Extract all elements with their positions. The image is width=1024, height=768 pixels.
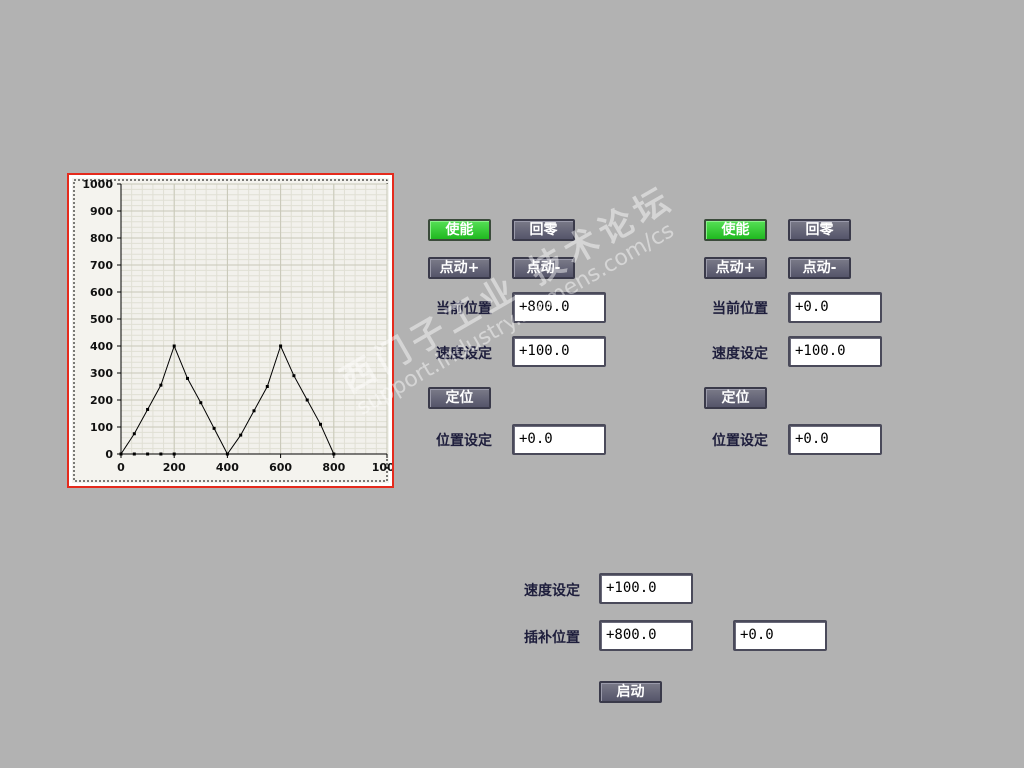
trajectory-point xyxy=(305,398,309,402)
y-tick-label: 100 xyxy=(90,421,113,434)
y-tick-label: 900 xyxy=(90,205,113,218)
axis1-speed-input[interactable]: +100.0 xyxy=(512,336,606,367)
axis2-speed-label: 速度设定 xyxy=(712,346,768,362)
trajectory-point xyxy=(252,409,256,413)
axis1-position-button[interactable]: 定位 xyxy=(428,387,491,409)
trajectory-point xyxy=(265,385,269,388)
baseline-point xyxy=(159,452,163,456)
y-tick-label: 1000 xyxy=(82,178,113,191)
axis1-position-setting-label: 位置设定 xyxy=(436,433,492,449)
trajectory-point xyxy=(186,376,189,380)
y-tick-label: 600 xyxy=(90,286,113,299)
trajectory-point xyxy=(119,452,123,456)
trajectory-point xyxy=(146,407,150,411)
axis1-enable-button[interactable]: 使能 xyxy=(428,219,491,241)
y-tick-label: 0 xyxy=(105,448,113,461)
x-tick-label: 200 xyxy=(163,461,186,474)
interp-position-input-2[interactable]: +0.0 xyxy=(733,620,827,651)
trajectory-point xyxy=(172,344,176,348)
y-tick-label: 500 xyxy=(90,313,113,326)
axis2-jog-plus-button[interactable]: 点动+ xyxy=(704,257,767,279)
trajectory-point xyxy=(225,452,229,456)
trajectory-point xyxy=(332,452,336,456)
y-tick-label: 200 xyxy=(90,394,113,407)
y-tick-label: 800 xyxy=(90,232,113,245)
axis1-current-position-label: 当前位置 xyxy=(436,301,492,317)
axis1-jog-plus-button[interactable]: 点动+ xyxy=(428,257,491,279)
interp-speed-input[interactable]: +100.0 xyxy=(599,573,693,604)
trajectory-point xyxy=(199,401,203,405)
axis2-position-setting-input[interactable]: +0.0 xyxy=(788,424,882,455)
interp-position-label: 插补位置 xyxy=(524,630,580,646)
y-tick-label: 300 xyxy=(90,367,113,380)
axis1-position-setting-input[interactable]: +0.0 xyxy=(512,424,606,455)
interp-position-input-1[interactable]: +800.0 xyxy=(599,620,693,651)
axis2-position-button[interactable]: 定位 xyxy=(704,387,767,409)
trajectory-point xyxy=(319,422,322,426)
chart-svg: 0 100 200 300 400 500 600 700 800 900 1000 0 200 400 6… xyxy=(72,178,392,483)
axis2-current-position-label: 当前位置 xyxy=(712,301,768,317)
interp-speed-label: 速度设定 xyxy=(524,583,580,599)
x-tick-label: 400 xyxy=(216,461,239,474)
trajectory-point xyxy=(239,433,243,437)
axis2-jog-minus-button[interactable]: 点动- xyxy=(788,257,851,279)
x-tick-label: 600 xyxy=(269,461,292,474)
axis1-home-button[interactable]: 回零 xyxy=(512,219,575,241)
trajectory-point xyxy=(159,383,163,387)
axis2-home-button[interactable]: 回零 xyxy=(788,219,851,241)
trajectory-point xyxy=(132,432,136,436)
baseline-point xyxy=(172,452,176,456)
baseline-point xyxy=(146,452,150,456)
axis2-current-position-field: +0.0 xyxy=(788,292,882,323)
axis2-speed-input[interactable]: +100.0 xyxy=(788,336,882,367)
x-tick-label: 0 xyxy=(117,461,125,474)
axis1-current-position-field: +800.0 xyxy=(512,292,606,323)
trajectory-point xyxy=(279,344,283,348)
x-tick-label: 1000 xyxy=(372,461,392,474)
y-tick-label: 400 xyxy=(90,340,113,353)
trajectory-point xyxy=(292,374,296,378)
axis2-position-setting-label: 位置设定 xyxy=(712,433,768,449)
x-tick-label: 800 xyxy=(322,461,345,474)
baseline-point xyxy=(132,452,136,456)
interp-start-button[interactable]: 启动 xyxy=(599,681,662,703)
axis1-speed-label: 速度设定 xyxy=(436,346,492,362)
axis1-jog-minus-button[interactable]: 点动- xyxy=(512,257,575,279)
trajectory-point xyxy=(212,426,216,430)
y-tick-label: 700 xyxy=(90,259,113,272)
axis2-enable-button[interactable]: 使能 xyxy=(704,219,767,241)
trajectory-chart: 0 100 200 300 400 500 600 700 800 900 1000 0 200 400 6… xyxy=(67,173,394,488)
